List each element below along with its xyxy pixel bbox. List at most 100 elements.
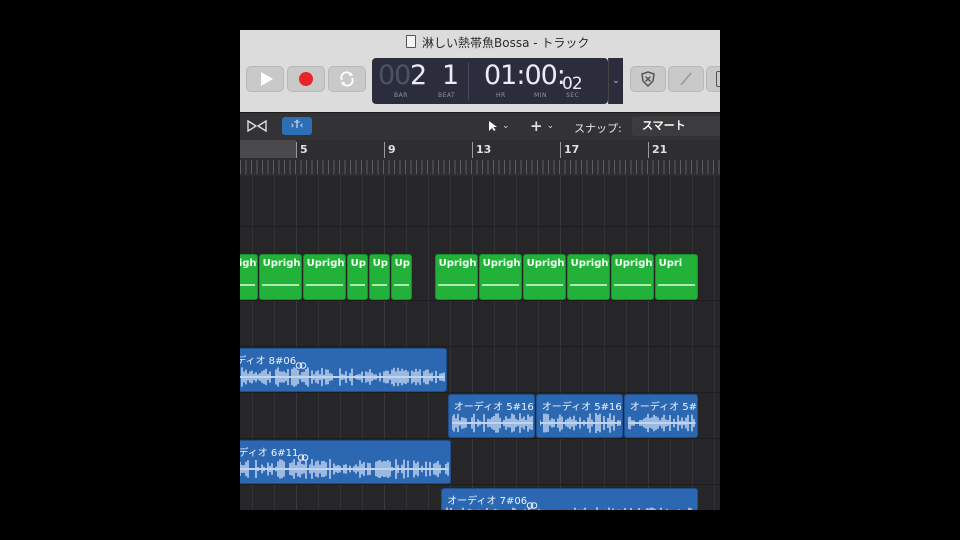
catch-playhead-icon[interactable]: [246, 119, 268, 133]
lcd-min-label: MIN: [534, 92, 547, 99]
region-name: Upright: [306, 258, 346, 269]
cycle-icon: [340, 71, 354, 87]
lcd-display[interactable]: 00 2 1 BAR BEAT 01:00: 02 HR MIN SEC: [372, 58, 608, 104]
audio-region[interactable]: オーディオ 5#16.: [535, 394, 623, 438]
lcd-bar: 2: [410, 60, 427, 91]
midi-region[interactable]: Upright: [478, 254, 522, 300]
crosshair-icon: +: [530, 117, 543, 135]
region-notes: [371, 284, 387, 286]
solo-icon: [716, 71, 720, 87]
midi-region[interactable]: Upri: [654, 254, 698, 300]
region-name: Up: [372, 258, 388, 269]
play-button[interactable]: [246, 66, 284, 92]
lane-separator: [240, 226, 720, 227]
pointer-arrow-icon: [489, 121, 497, 131]
audio-region[interactable]: オーディオ 5#16.: [447, 394, 535, 438]
solo-button[interactable]: [706, 66, 720, 92]
tuner-button[interactable]: [668, 66, 704, 92]
midi-region[interactable]: Upright: [522, 254, 566, 300]
region-name: Upright: [482, 258, 522, 269]
ruler-bar-tick: [472, 142, 473, 158]
lcd-mode-menu[interactable]: ⌄: [608, 58, 623, 104]
lcd-bar-label: BAR: [394, 92, 408, 99]
lcd-sec-label: SEC: [566, 92, 580, 99]
ruler-bar-label: 13: [476, 143, 492, 156]
region-name: Upright: [240, 258, 257, 269]
snap-label: スナップ:: [574, 122, 622, 135]
lcd-separator: [468, 62, 469, 100]
chevron-down-icon: ⌄: [546, 121, 555, 131]
region-name: Up: [350, 258, 366, 269]
lane-separator: [240, 392, 720, 393]
region-notes: [525, 284, 563, 286]
shield-x-icon: [641, 71, 655, 87]
secondary-tool-menu[interactable]: + ⌄: [530, 117, 554, 135]
lane-separator: [240, 438, 720, 439]
lcd-hr-label: HR: [496, 92, 506, 99]
region-notes: [437, 284, 475, 286]
flex-icon: ›Ť‹: [290, 121, 304, 131]
ruler-bar-label: 21: [652, 143, 668, 156]
ruler-bar-tick: [648, 142, 649, 158]
midi-region[interactable]: Uprigh: [258, 254, 302, 300]
tuning-fork-icon: [680, 72, 692, 86]
waveform: [539, 413, 621, 433]
ruler-bar-tick: [560, 142, 561, 158]
chevron-down-icon: ⌄: [612, 76, 620, 86]
tracks-toolbar: ›Ť‹ ⌄ + ⌄ スナップ: スマート: [240, 112, 720, 141]
region-notes: [393, 284, 409, 286]
control-bar: 00 2 1 BAR BEAT 01:00: 02 HR MIN SEC ⌄: [240, 52, 720, 112]
lane-separator: [240, 484, 720, 485]
midi-region[interactable]: Upright: [302, 254, 346, 300]
midi-region[interactable]: Up: [346, 254, 368, 300]
lcd-beat-label: BEAT: [438, 92, 456, 99]
region-name: Upri: [658, 258, 683, 269]
link-icon: [295, 354, 307, 369]
tracks-area[interactable]: Upright Uprigh Upright Up Up Up Upright Upright…: [240, 176, 720, 510]
ruler-ticks: [240, 160, 720, 174]
region-notes: [481, 284, 519, 286]
midi-region[interactable]: Up: [368, 254, 390, 300]
region-name: Upright: [614, 258, 654, 269]
document-icon: [406, 35, 416, 48]
title-bar: 淋しい熱帯魚Bossa - トラック: [240, 30, 720, 52]
timeline-ruler[interactable]: 5 9 13 17 21: [240, 140, 720, 177]
midi-region[interactable]: Upright: [610, 254, 654, 300]
ruler-bar-label: 5: [300, 143, 308, 156]
region-name: Upright: [438, 258, 478, 269]
waveform: [240, 367, 445, 387]
region-name: Up: [394, 258, 410, 269]
midi-region[interactable]: Upright: [566, 254, 610, 300]
midi-region[interactable]: Up: [390, 254, 412, 300]
logic-window: 淋しい熱帯魚Bossa - トラック 00 2 1 BAR BEAT 01:00…: [240, 30, 720, 510]
cycle-button[interactable]: [328, 66, 366, 92]
region-name: Upright: [570, 258, 610, 269]
audio-region[interactable]: オーディオ 5#: [623, 394, 698, 438]
audio-region[interactable]: オーディオ 7#06: [441, 488, 698, 510]
replace-button[interactable]: [630, 66, 666, 92]
lcd-time: 01:00:: [484, 60, 566, 91]
record-button[interactable]: [287, 66, 325, 92]
ruler-bar-tick: [296, 142, 297, 158]
midi-region[interactable]: Upright: [434, 254, 478, 300]
flex-button[interactable]: ›Ť‹: [282, 117, 312, 135]
lcd-bar-leading: 00: [378, 60, 411, 91]
ruler-bar-label: 17: [564, 143, 580, 156]
region-name: Upright: [526, 258, 566, 269]
audio-region[interactable]: オーディオ 6#11: [240, 440, 452, 484]
pointer-tool-menu[interactable]: ⌄: [488, 117, 510, 135]
window-title: 淋しい熱帯魚Bossa - トラック: [422, 36, 590, 50]
ruler-bar-label: 9: [388, 143, 396, 156]
chevron-down-icon: ⌄: [502, 121, 510, 131]
region-notes: [569, 284, 607, 286]
region-notes: [305, 284, 343, 286]
region-notes: [657, 284, 695, 286]
play-icon: [260, 72, 273, 86]
cycle-area[interactable]: [240, 140, 296, 158]
midi-region[interactable]: Upright: [240, 254, 258, 300]
waveform: [451, 413, 533, 433]
snap-select[interactable]: スマート: [632, 116, 720, 136]
audio-region[interactable]: オーディオ 8#06: [240, 348, 447, 392]
link-icon: [297, 446, 309, 461]
region-notes: [613, 284, 651, 286]
